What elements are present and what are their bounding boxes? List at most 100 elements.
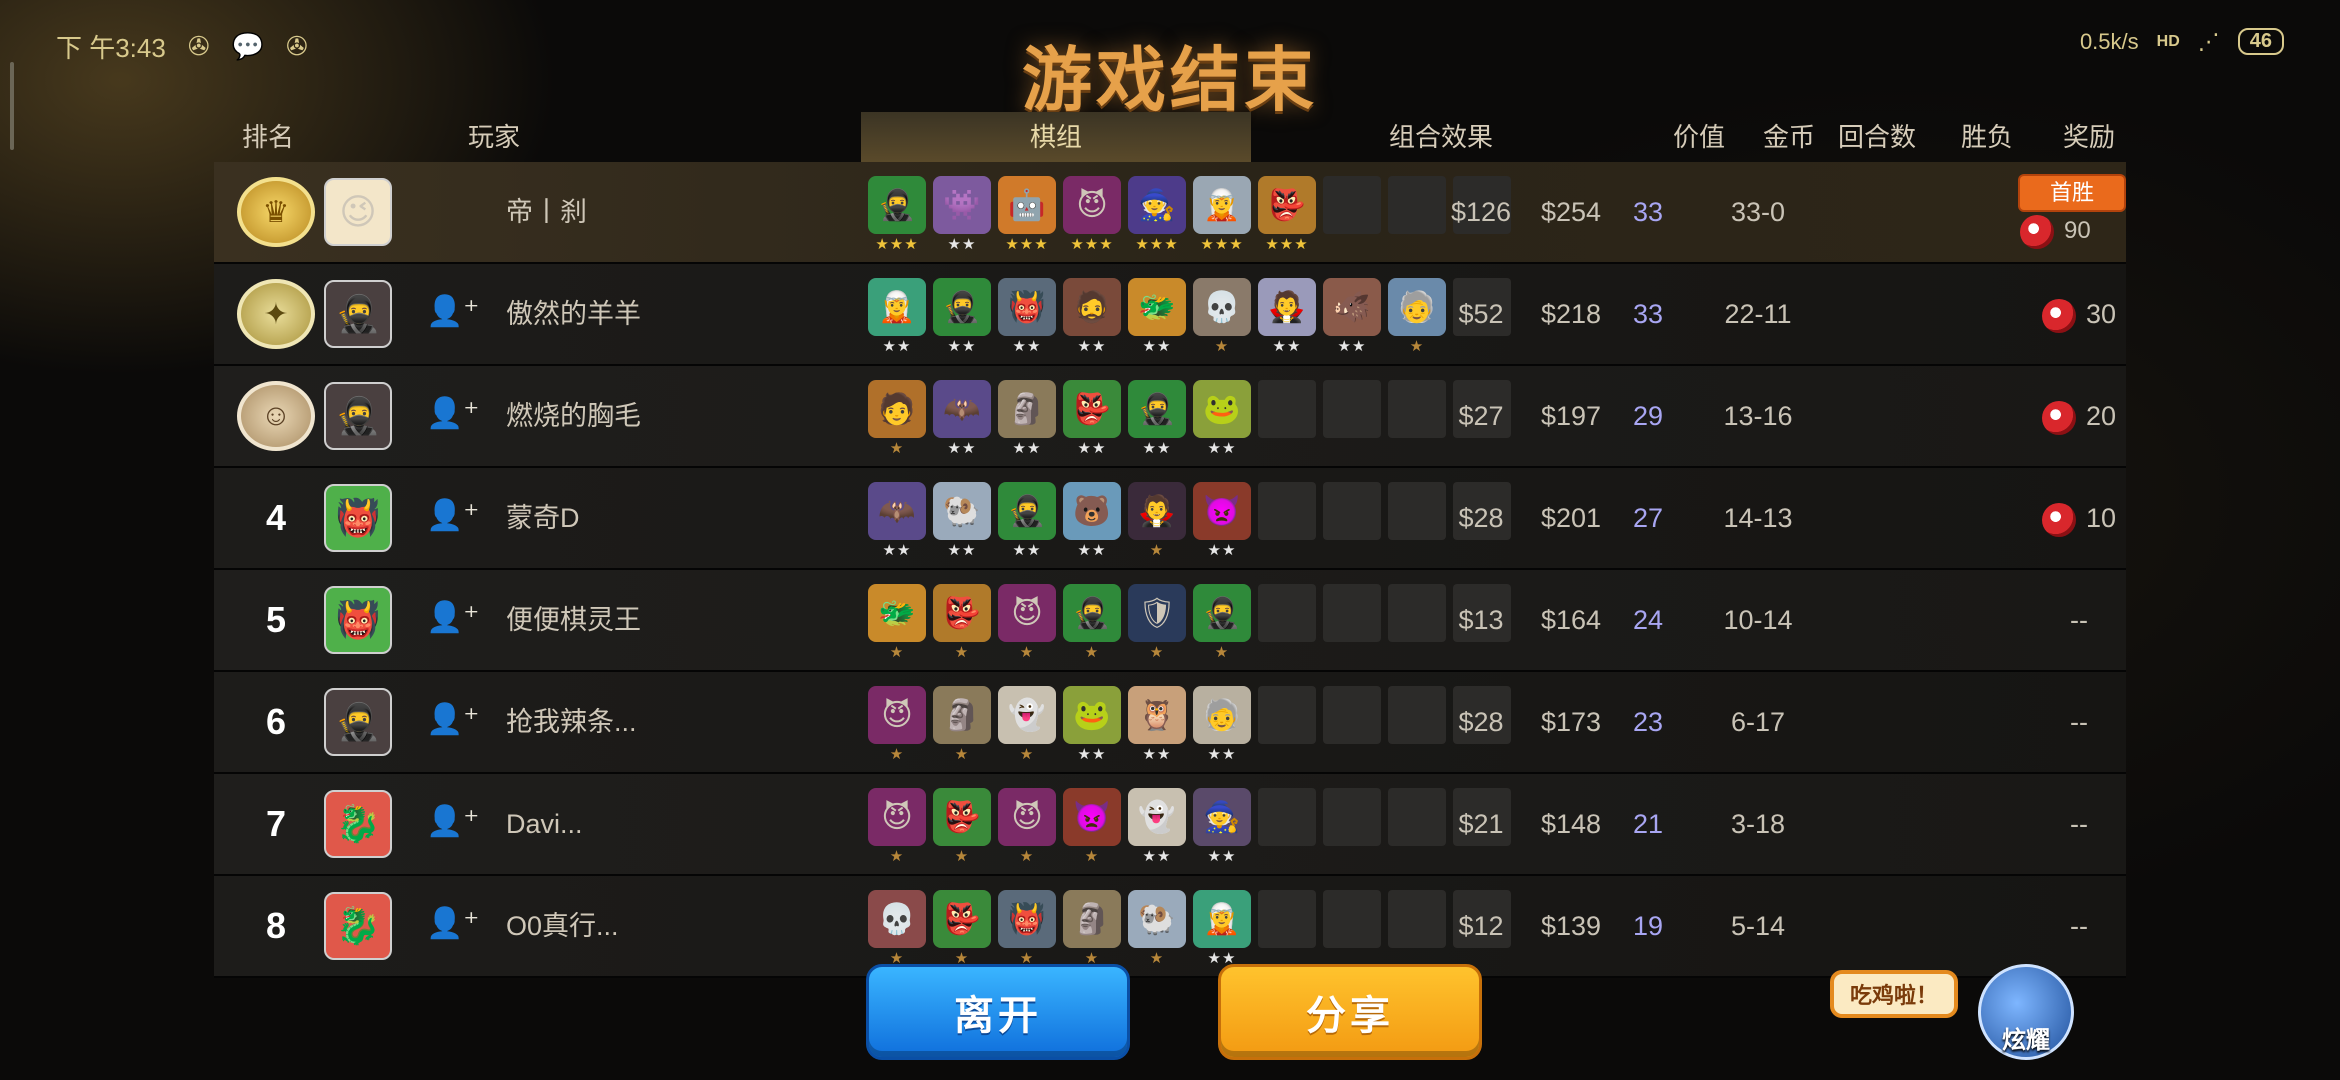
piece-stars: ★★★ [1135, 236, 1179, 253]
table-row[interactable]: ✦ 🥷 👤⁺ 傲然的羊羊 🧝 ★★ 🥷 ★★ 👹 ★★ 🧔 ★★ 🐲 ★★ 💀 ★ 🧛 ★★ 🐗 ★★ 🧓 ★ $52 $21… [214, 264, 2126, 366]
reward-cell: 10 [2004, 468, 2154, 568]
chess-piece[interactable]: 🦇 ★★ [868, 482, 926, 559]
add-friend-icon[interactable]: 👤⁺ [426, 294, 479, 329]
chess-piece[interactable]: 🐲 ★★ [1128, 278, 1186, 355]
table-row[interactable]: 8 🐉 👤⁺ O0真行... 💀 ★ 👺 ★ 👹 ★ 🗿 ★ 🐏 ★ 🧝 ★★ $12 $139 19 5-14 -- [214, 876, 2126, 978]
chess-piece[interactable]: 👺 ★ [933, 788, 991, 865]
add-friend-icon[interactable]: 👤⁺ [426, 906, 479, 941]
chess-piece[interactable]: 👾 ★★ [933, 176, 991, 253]
chess-piece[interactable]: 🧓 ★★ [1193, 686, 1251, 763]
piece-stars: ★★ [1077, 542, 1107, 559]
piece-stars: ★★ [1272, 338, 1302, 355]
chess-piece[interactable]: 👹 ★★ [998, 278, 1056, 355]
gold-cell: $254 [1540, 197, 1602, 227]
piece-portrait-icon: 🦇 [878, 494, 916, 528]
chess-piece[interactable]: 🧙 ★★★ [1128, 176, 1186, 253]
add-friend-icon[interactable]: 👤⁺ [426, 498, 479, 533]
player-avatar[interactable]: 😉 [324, 178, 392, 246]
chess-piece[interactable]: 😈 ★ [868, 788, 926, 865]
player-avatar[interactable]: 🥷 [324, 688, 392, 756]
piece-portrait-icon: 🧓 [1398, 290, 1436, 324]
chess-piece[interactable]: 🥷 ★★ [998, 482, 1056, 559]
table-row[interactable]: ♛ 😉 帝丨刹 🥷 ★★★ 👾 ★★ 🤖 ★★★ 😈 ★★★ 🧙 ★★★ 🧝 ★★★ 👺 ★★★ $126 $254… [214, 162, 2126, 264]
show-off-button[interactable]: 炫耀 [1978, 964, 2074, 1060]
chess-piece[interactable]: 🧛 ★ [1128, 482, 1186, 559]
chess-piece[interactable]: 🥷 ★★★ [868, 176, 926, 253]
chess-piece[interactable]: 🦇 ★★ [933, 380, 991, 457]
chess-piece[interactable]: 🐏 ★ [1128, 890, 1186, 967]
piece-portrait-icon: 🧝 [1203, 188, 1241, 222]
piece-stars: ★ [1019, 644, 1035, 661]
silver-medal-icon: ✦ [237, 279, 315, 349]
chess-piece[interactable]: 👿 ★ [1063, 788, 1121, 865]
player-avatar[interactable]: 👹 [324, 586, 392, 654]
chess-piece[interactable]: 🐏 ★★ [933, 482, 991, 559]
chess-piece[interactable]: 💀 ★ [868, 890, 926, 967]
table-row[interactable]: 4 👹 👤⁺ 蒙奇D 🦇 ★★ 🐏 ★★ 🥷 ★★ 🐻 ★★ 🧛 ★ 👿 ★★ $28 $201 27 14-13 10 [214, 468, 2126, 570]
chess-piece[interactable]: 🧑 ★ [868, 380, 926, 457]
chess-piece[interactable]: 🧝 ★★ [1193, 890, 1251, 967]
empty-piece-slot [1258, 686, 1316, 744]
player-avatar[interactable]: 👹 [324, 484, 392, 552]
chess-piece[interactable]: 🥷 ★★ [1128, 380, 1186, 457]
chess-piece[interactable]: 🛡 ★ [1128, 584, 1186, 661]
table-row[interactable]: 5 👹 👤⁺ 便便棋灵王 🐲 ★ 👺 ★ 😈 ★ 🥷 ★ 🛡 ★ 🥷 ★ $13 $164 24 10-14 -- [214, 570, 2126, 672]
chess-piece[interactable]: 🐸 ★★ [1193, 380, 1251, 457]
table-row[interactable]: 6 🥷 👤⁺ 抢我辣条... 😈 ★ 🗿 ★ 👻 ★ 🐸 ★★ 🦉 ★★ 🧓 ★★ $28 $173 23 6-17-… [214, 672, 2126, 774]
chess-piece[interactable]: 💀 ★ [1193, 278, 1251, 355]
player-avatar[interactable]: 🥷 [324, 280, 392, 348]
player-avatar[interactable]: 🐉 [324, 892, 392, 960]
chess-piece[interactable]: 😈 ★ [868, 686, 926, 763]
share-button[interactable]: 分享 [1218, 964, 1482, 1060]
chess-piece[interactable]: 🥷 ★ [1063, 584, 1121, 661]
rounds-cell: 19 [1632, 911, 1664, 941]
table-row[interactable]: 7 🐉 👤⁺ Davi... 😈 ★ 👺 ★ 😈 ★ 👿 ★ 👻 ★★ 🧙 ★★ $21 $148 21 3-18 -- [214, 774, 2126, 876]
chess-piece[interactable]: 👺 ★ [933, 890, 991, 967]
chess-piece[interactable]: 🐻 ★★ [1063, 482, 1121, 559]
chess-piece[interactable]: 👺 ★ [933, 584, 991, 661]
player-avatar[interactable]: 🥷 [324, 382, 392, 450]
chess-piece[interactable]: 🐸 ★★ [1063, 686, 1121, 763]
piece-stars: ★ [1214, 338, 1230, 355]
piece-portrait-icon: 🐏 [943, 494, 981, 528]
player-avatar[interactable]: 🐉 [324, 790, 392, 858]
empty-piece-slot [1323, 176, 1381, 234]
chess-piece[interactable]: 🧛 ★★ [1258, 278, 1316, 355]
chess-piece[interactable]: 👺 ★★★ [1258, 176, 1316, 253]
piece-stars: ★★ [1207, 542, 1237, 559]
value-cell: $13 [1458, 605, 1504, 635]
chess-piece[interactable]: 🗿 ★★ [998, 380, 1056, 457]
chess-piece[interactable]: 🐗 ★★ [1323, 278, 1381, 355]
chess-piece[interactable]: 😈 ★ [998, 584, 1056, 661]
chess-piece[interactable]: 🥷 ★★ [933, 278, 991, 355]
table-row[interactable]: ☺ 🥷 👤⁺ 燃烧的胸毛 🧑 ★ 🦇 ★★ 🗿 ★★ 👺 ★★ 🥷 ★★ 🐸 ★★ $27 $197 29 13-16… [214, 366, 2126, 468]
tab-combo[interactable]: 组合效果 [1251, 112, 1631, 162]
add-friend-icon[interactable]: 👤⁺ [426, 600, 479, 635]
rank-cell: ♛ [236, 172, 316, 252]
chess-piece[interactable]: 😈 ★★★ [1063, 176, 1121, 253]
chess-piece[interactable]: 🗿 ★ [1063, 890, 1121, 967]
chess-piece[interactable]: 👻 ★★ [1128, 788, 1186, 865]
chess-piece[interactable]: 🤖 ★★★ [998, 176, 1056, 253]
add-friend-icon[interactable]: 👤⁺ [426, 702, 479, 737]
add-friend-icon[interactable]: 👤⁺ [426, 396, 479, 431]
empty-piece-slot [1323, 482, 1381, 540]
chess-piece[interactable]: 🗿 ★ [933, 686, 991, 763]
add-friend-icon[interactable]: 👤⁺ [426, 804, 479, 839]
chess-piece[interactable]: 🧔 ★★ [1063, 278, 1121, 355]
tab-pieces[interactable]: 棋组 [861, 112, 1251, 165]
chess-piece[interactable]: 👹 ★ [998, 890, 1056, 967]
chess-piece[interactable]: 👿 ★★ [1193, 482, 1251, 559]
chess-piece[interactable]: 🥷 ★ [1193, 584, 1251, 661]
reward-cell: -- [2004, 672, 2154, 772]
chess-piece[interactable]: 😈 ★ [998, 788, 1056, 865]
piece-stars: ★★★ [875, 236, 919, 253]
chess-piece[interactable]: 👺 ★★ [1063, 380, 1121, 457]
chess-piece[interactable]: 🧝 ★★ [868, 278, 926, 355]
chess-piece[interactable]: 🦉 ★★ [1128, 686, 1186, 763]
leave-button[interactable]: 离开 [866, 964, 1130, 1060]
chess-piece[interactable]: 🧙 ★★ [1193, 788, 1251, 865]
chess-piece[interactable]: 🧝 ★★★ [1193, 176, 1251, 253]
chess-piece[interactable]: 🐲 ★ [868, 584, 926, 661]
chess-piece[interactable]: 👻 ★ [998, 686, 1056, 763]
